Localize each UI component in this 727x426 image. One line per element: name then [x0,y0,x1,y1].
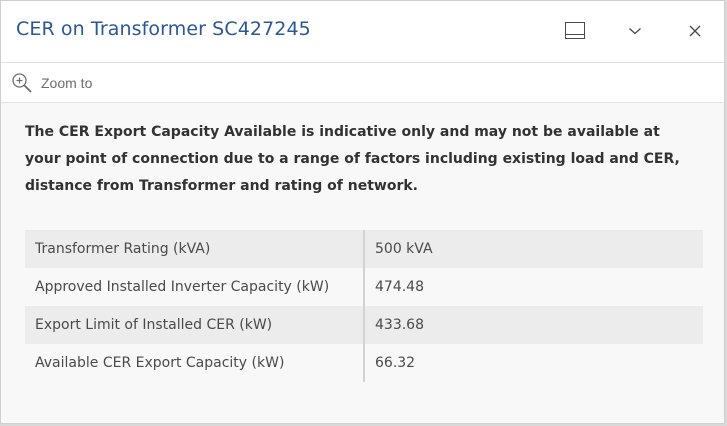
popup-content: The CER Export Capacity Available is ind… [1,103,724,423]
zoom-to-label: Zoom to [41,75,93,91]
popup-header: CER on Transformer SC427245 [1,1,724,63]
field-name: Transformer Rating (kVA) [25,230,365,268]
table-row: Export Limit of Installed CER (kW) 433.6… [25,306,703,344]
zoom-to-action[interactable]: Zoom to [11,71,92,95]
table-row: Transformer Rating (kVA) 500 kVA [25,230,703,268]
field-value: 66.32 [364,344,703,382]
field-name: Approved Installed Inverter Capacity (kW… [25,268,365,306]
attribute-table: Transformer Rating (kVA) 500 kVA Approve… [25,230,703,382]
popup-actions-bar: Zoom to [1,63,724,103]
dock-icon [565,22,585,39]
chevron-down-icon [629,28,641,35]
zoom-in-icon [12,73,32,93]
field-name: Available CER Export Capacity (kW) [25,344,365,382]
dock-button[interactable] [559,15,591,47]
capacity-notice: The CER Export Capacity Available is ind… [25,124,680,194]
field-value: 474.48 [364,268,703,306]
table-row: Available CER Export Capacity (kW) 66.32 [25,344,703,382]
close-icon [689,25,701,37]
close-button[interactable] [679,15,711,47]
popup-title: CER on Transformer SC427245 [16,18,311,40]
field-name: Export Limit of Installed CER (kW) [25,306,365,344]
field-value: 433.68 [364,306,703,344]
table-row: Approved Installed Inverter Capacity (kW… [25,268,703,306]
feature-popup: CER on Transformer SC427245 Zoom to The … [0,0,725,424]
collapse-button[interactable] [619,15,651,47]
field-value: 500 kVA [364,230,703,268]
